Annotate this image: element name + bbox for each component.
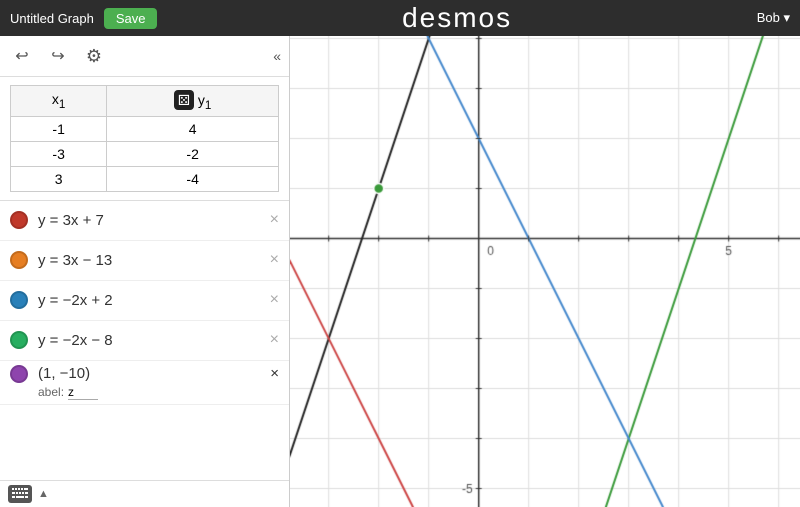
expression-list: y = 3x + 7 × y = 3x − 13 × y = −2x + 2 ×…	[0, 201, 289, 480]
redo-button[interactable]: ↪	[44, 42, 72, 70]
user-menu[interactable]: Bob ▾	[757, 10, 790, 26]
brand-logo: desmos	[157, 2, 756, 34]
expr-color-dot[interactable]	[10, 331, 28, 349]
point-close-button[interactable]: ×	[270, 365, 279, 382]
expr-formula: y = −2x − 8	[38, 332, 265, 349]
sidebar-bottom: ▲	[0, 480, 289, 507]
graph-area[interactable]	[290, 36, 800, 507]
expr-color-dot[interactable]	[10, 251, 28, 269]
point-coords-text: (1, −10)	[38, 365, 90, 382]
table-expression: x1 ⚄ y1 -14-3-23-4	[0, 77, 289, 201]
save-button[interactable]: Save	[104, 8, 158, 29]
label-prefix: abel:	[38, 385, 64, 399]
collapse-button[interactable]: «	[273, 48, 281, 64]
table-cell[interactable]: -3	[11, 141, 107, 166]
expression-item: y = −2x + 2 ×	[0, 281, 289, 321]
expr-close-button[interactable]: ×	[270, 331, 279, 349]
point-item: (1, −10) × abel:	[0, 361, 289, 405]
point-color-dot[interactable]	[10, 365, 28, 383]
expression-item: y = −2x − 8 ×	[0, 321, 289, 361]
graph-title: Untitled Graph	[10, 11, 94, 26]
main-layout: ↩ ↪ ⚙ « x1 ⚄ y1 -14-3-23-4	[0, 36, 800, 507]
header: Untitled Graph Save desmos Bob ▾	[0, 0, 800, 36]
expr-color-dot[interactable]	[10, 211, 28, 229]
expr-formula: y = 3x − 13	[38, 252, 265, 269]
table-cell[interactable]: 4	[107, 116, 279, 141]
col1-header: x1	[11, 86, 107, 117]
table-cell[interactable]: -1	[11, 116, 107, 141]
keyboard-icon[interactable]	[8, 485, 32, 503]
expr-close-button[interactable]: ×	[270, 291, 279, 309]
sidebar: ↩ ↪ ⚙ « x1 ⚄ y1 -14-3-23-4	[0, 36, 290, 507]
expr-close-button[interactable]: ×	[270, 211, 279, 229]
point-label-input[interactable]	[68, 385, 98, 400]
expr-color-dot[interactable]	[10, 291, 28, 309]
undo-button[interactable]: ↩	[8, 42, 36, 70]
toolbar-row: ↩ ↪ ⚙ «	[0, 36, 289, 77]
keyboard-label: ▲	[38, 488, 49, 500]
expression-item: y = 3x − 13 ×	[0, 241, 289, 281]
table-cell[interactable]: 3	[11, 166, 107, 191]
graph-canvas[interactable]	[290, 36, 800, 507]
col2-header: ⚄ y1	[107, 86, 279, 117]
expr-close-button[interactable]: ×	[270, 251, 279, 269]
table-cell[interactable]: -2	[107, 141, 279, 166]
settings-button[interactable]: ⚙	[80, 42, 108, 70]
point-label-row: abel:	[38, 385, 279, 400]
expr-formula: y = −2x + 2	[38, 292, 265, 309]
expr-formula: y = 3x + 7	[38, 212, 265, 229]
table-cell[interactable]: -4	[107, 166, 279, 191]
expression-item: y = 3x + 7 ×	[0, 201, 289, 241]
point-coords-row: (1, −10) ×	[10, 365, 279, 383]
dice-icon[interactable]: ⚄	[174, 90, 194, 110]
data-table: x1 ⚄ y1 -14-3-23-4	[10, 85, 279, 192]
